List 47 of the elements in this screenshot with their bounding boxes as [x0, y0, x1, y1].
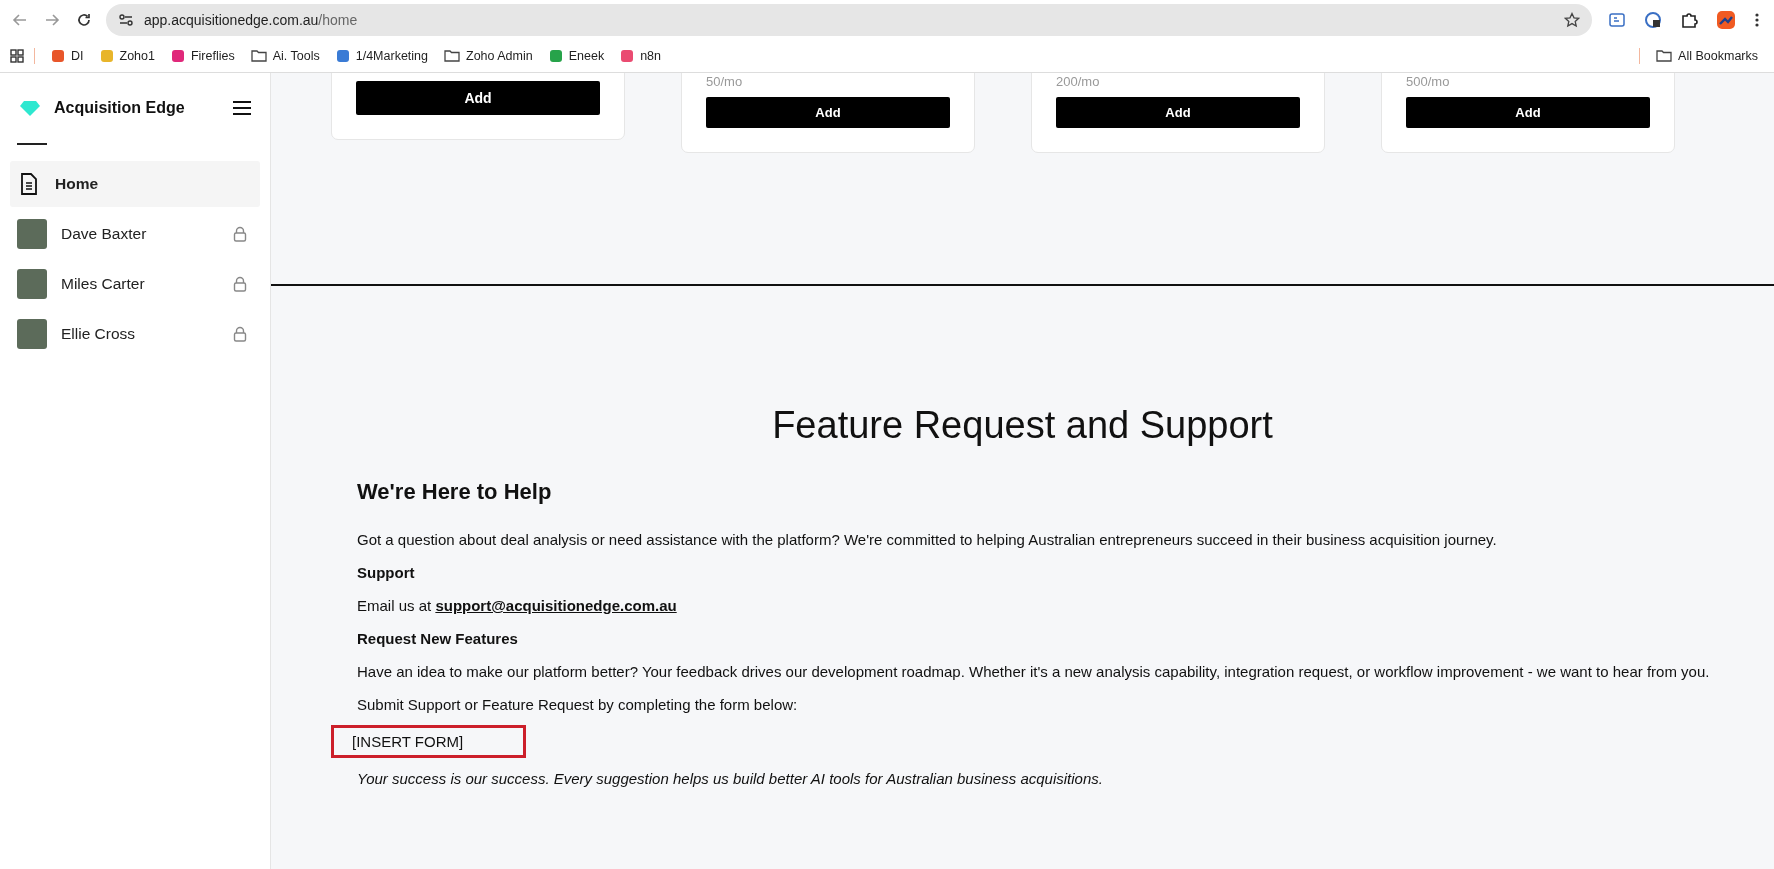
sidebar-item[interactable]: Home [10, 161, 260, 207]
extension-icon[interactable] [1644, 11, 1662, 29]
sidebar-item[interactable]: Miles Carter [10, 261, 260, 307]
all-bookmarks-link[interactable]: All Bookmarks [1678, 49, 1758, 63]
diamond-logo-icon [20, 100, 40, 116]
add-button[interactable]: Add [356, 81, 600, 115]
menu-icon[interactable] [232, 100, 252, 116]
bookmark-link[interactable]: Zoho Admin [466, 49, 533, 63]
apps-grid-icon[interactable] [10, 49, 24, 63]
avatar-photo-placeholder [17, 319, 47, 349]
more-menu-icon[interactable] [1754, 12, 1760, 28]
plan-price: 500/mo [1406, 74, 1451, 89]
bookmark-link[interactable]: n8n [640, 49, 662, 63]
folder-icon [250, 48, 267, 64]
avatar-photo-placeholder [17, 269, 47, 299]
bookmark-link[interactable]: 1/4Marketing [355, 49, 428, 63]
folder-icon [1656, 48, 1673, 64]
folder-icon [444, 48, 460, 64]
sidebar-item[interactable]: Ellie Cross [10, 311, 260, 357]
subheading: Support [357, 564, 415, 581]
email-paragraph: Email us at support@acquisitionedge.com.au [357, 597, 677, 614]
section-title: Feature Request and Support [772, 404, 1273, 447]
add-button[interactable]: Add [706, 97, 950, 128]
sidebar-item[interactable]: Dave Baxter [10, 211, 260, 257]
email-link[interactable]: support@acquisitionedge.com.au [435, 597, 677, 614]
bookmark-link[interactable]: Ai. Tools [272, 49, 320, 63]
add-button[interactable]: Add [1056, 97, 1300, 128]
bookmark-link[interactable]: Fireflies [190, 49, 235, 63]
paragraph: Submit Support or Feature Request by completing the form below: [357, 696, 798, 713]
bookmark-link[interactable]: DI [71, 49, 84, 63]
puzzle-icon[interactable] [1680, 11, 1698, 29]
brand-name: Acquisition Edge [54, 99, 186, 117]
closing-note: Your success is our success. Every suggestion helps us build better AI tools for Australian business acquisitions. [357, 770, 1103, 787]
section-heading: We're Here to Help [357, 479, 552, 505]
paragraph: Got a question about deal analysis or need assistance with the platform? We're committed to helping Australian entrepreneurs succeed in their business acquisition journey. [357, 531, 1497, 548]
paragraph: Have an idea to make our platform better? Your feedback drives our development roadmap. Whether it's a new analysis capability, integration request, or workflow improvement - we want to hear from you. [357, 663, 1710, 680]
plan-price: 50/mo [706, 74, 744, 89]
site-settings-icon[interactable] [118, 12, 134, 28]
add-button[interactable]: Add [1406, 97, 1650, 128]
bookmark-link[interactable]: Zoho1 [119, 49, 155, 63]
avatar-photo-placeholder [17, 219, 47, 249]
star-icon[interactable] [1564, 12, 1580, 28]
form-placeholder-field[interactable]: [INSERT FORM] [331, 725, 527, 758]
plan-price: 200/mo [1056, 74, 1101, 89]
profile-icon[interactable] [1716, 10, 1736, 30]
subheading: Request New Features [357, 630, 518, 647]
bookmark-link[interactable]: Eneek [568, 49, 605, 63]
